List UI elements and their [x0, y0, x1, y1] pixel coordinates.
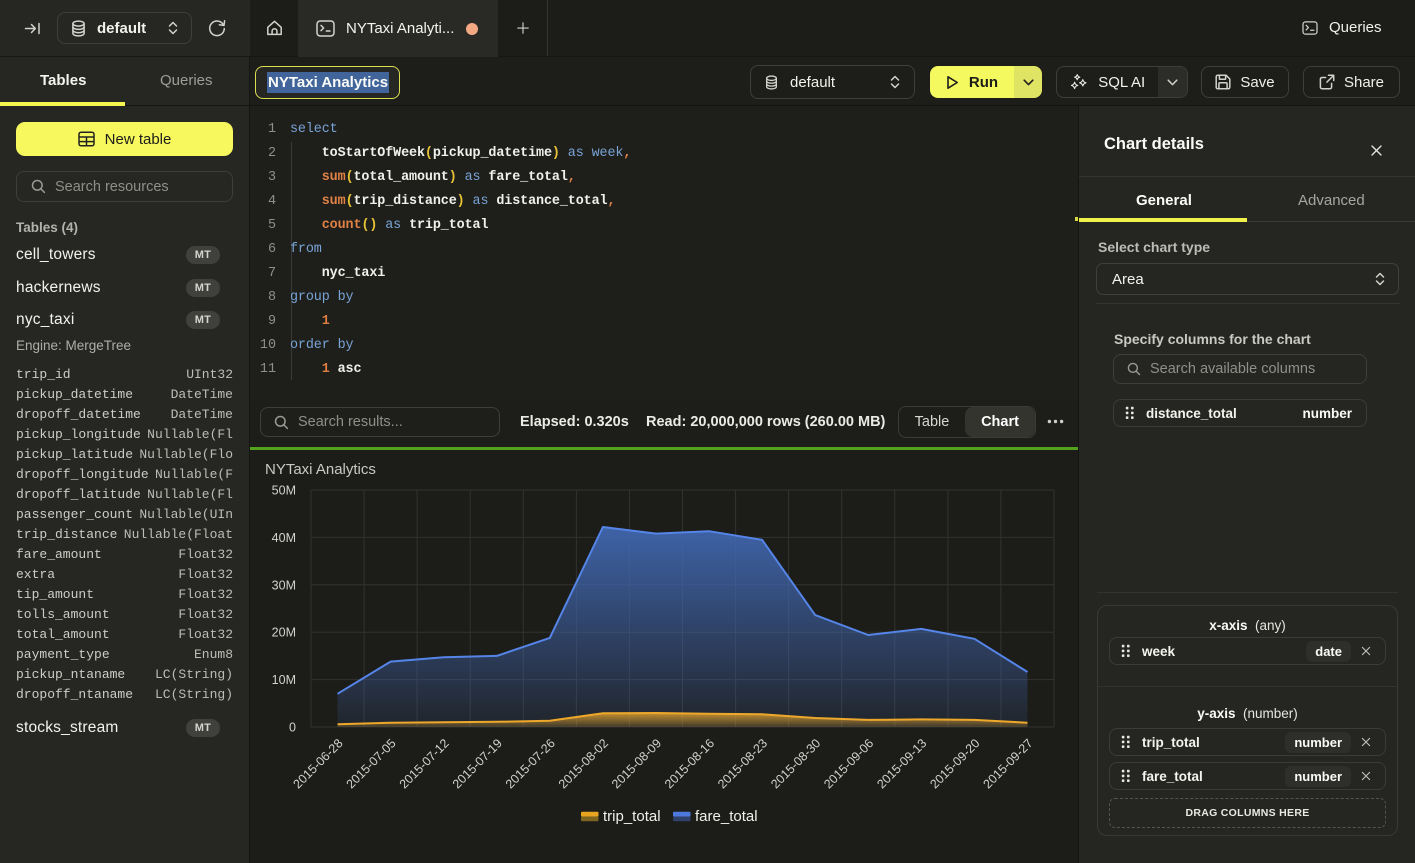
- svg-text:2015-07-26: 2015-07-26: [503, 736, 558, 791]
- svg-text:2015-08-02: 2015-08-02: [556, 736, 611, 791]
- svg-text:2015-08-09: 2015-08-09: [609, 736, 664, 791]
- svg-text:2015-07-19: 2015-07-19: [450, 736, 505, 791]
- svg-text:2015-07-05: 2015-07-05: [344, 736, 399, 791]
- svg-text:NYTaxi Analytics: NYTaxi Analytics: [265, 461, 376, 478]
- svg-text:20M: 20M: [272, 626, 296, 640]
- svg-text:2015-09-20: 2015-09-20: [927, 736, 982, 791]
- svg-text:2015-08-23: 2015-08-23: [715, 736, 770, 791]
- svg-text:2015-09-27: 2015-09-27: [981, 736, 1036, 791]
- svg-text:2015-09-06: 2015-09-06: [821, 736, 876, 791]
- svg-text:2015-08-30: 2015-08-30: [768, 736, 823, 791]
- svg-text:10M: 10M: [272, 673, 296, 687]
- svg-text:40M: 40M: [272, 531, 296, 545]
- svg-text:50M: 50M: [272, 484, 296, 498]
- svg-text:2015-08-16: 2015-08-16: [662, 736, 717, 791]
- svg-text:trip_total: trip_total: [603, 808, 661, 825]
- svg-text:30M: 30M: [272, 578, 296, 592]
- svg-text:0: 0: [289, 721, 296, 735]
- svg-text:2015-09-13: 2015-09-13: [874, 736, 929, 791]
- svg-text:2015-07-12: 2015-07-12: [397, 736, 452, 791]
- svg-text:2015-06-28: 2015-06-28: [291, 736, 346, 791]
- svg-text:fare_total: fare_total: [695, 808, 758, 825]
